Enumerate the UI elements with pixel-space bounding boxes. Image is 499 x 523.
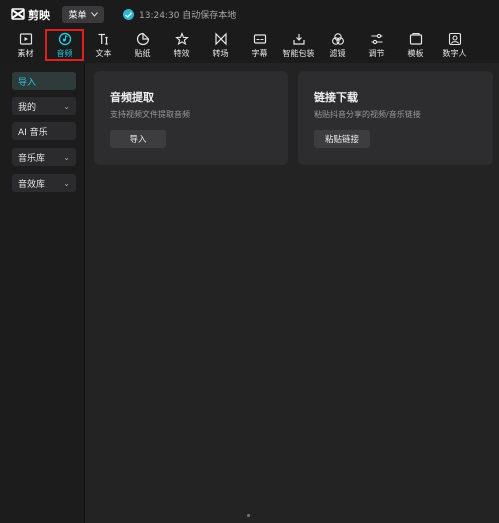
tab-transition[interactable]: 转场 <box>201 28 240 63</box>
tab-adjust[interactable]: 调节 <box>357 28 396 63</box>
tab-label: 贴纸 <box>134 49 151 58</box>
sidebar-item-ai-music[interactable]: AI 音乐 <box>12 122 76 140</box>
tab-digital-human[interactable]: 数字人 <box>435 28 474 63</box>
tab-label: 素材 <box>17 49 34 58</box>
tab-smart-pack[interactable]: 智能包装 <box>279 28 318 63</box>
smart-pack-icon <box>292 34 305 45</box>
link-download-card: 链接下载 粘贴抖音分享的视频/音乐链接 粘贴链接 <box>298 71 493 165</box>
capcut-logo-icon <box>11 7 25 23</box>
tab-label: 调节 <box>368 49 385 58</box>
card-description: 支持视频文件提取音频 <box>110 110 190 119</box>
card-title: 音频提取 <box>110 91 154 104</box>
subtitle-icon <box>253 34 266 44</box>
effects-icon <box>174 32 189 46</box>
chevron-down-icon: ⌄ <box>63 101 70 111</box>
sidebar-item-label: 导入 <box>18 77 37 88</box>
sidebar-item-import[interactable]: 导入 <box>12 72 76 90</box>
sidebar-item-label: 音乐库 <box>18 153 46 164</box>
app-logo: 剪映 <box>11 7 50 23</box>
card-description: 粘贴抖音分享的视频/音乐链接 <box>314 110 421 119</box>
tab-label: 音频 <box>56 48 73 58</box>
tab-label: 文本 <box>95 49 112 58</box>
app-name: 剪映 <box>28 9 50 22</box>
tab-media[interactable]: 素材 <box>6 28 45 63</box>
filter-icon <box>331 33 344 45</box>
sidebar-item-label: 音效库 <box>18 179 46 190</box>
tab-effects[interactable]: 特效 <box>162 28 201 63</box>
tab-text[interactable]: 文本 <box>84 28 123 63</box>
sticker-icon <box>136 32 149 46</box>
check-circle-icon <box>123 9 134 20</box>
sidebar-item-label: 我的 <box>18 102 37 113</box>
text-icon <box>98 33 108 45</box>
audio-icon <box>58 32 71 45</box>
card-title: 链接下载 <box>314 91 358 104</box>
transition-icon <box>214 32 227 46</box>
tab-sticker[interactable]: 贴纸 <box>123 28 162 63</box>
save-status: 13:24:30 自动保存本地 <box>123 8 236 21</box>
main-toolbar: 素材 音频 文本 贴纸 特效 转场 字幕 智能包装 滤镜 调节 模板 数字人 <box>0 28 499 63</box>
template-icon <box>409 32 422 45</box>
tab-subtitle[interactable]: 字幕 <box>240 28 279 63</box>
sidebar-item-music-library[interactable]: 音乐库 ⌄ <box>12 148 76 166</box>
tab-label: 数字人 <box>442 49 467 58</box>
audio-panel: 音频提取 支持视频文件提取音频 导入 链接下载 粘贴抖音分享的视频/音乐链接 粘… <box>85 63 499 523</box>
sidebar-item-mine[interactable]: 我的 ⌄ <box>12 97 76 115</box>
sidebar-item-label: AI 音乐 <box>18 127 48 138</box>
tab-label: 字幕 <box>251 49 268 58</box>
sidebar-item-sound-effects[interactable]: 音效库 ⌄ <box>12 174 76 192</box>
media-icon <box>19 33 32 45</box>
resize-handle[interactable] <box>247 514 250 517</box>
tab-audio[interactable]: 音频 <box>45 29 84 61</box>
tab-filter[interactable]: 滤镜 <box>318 28 357 63</box>
tab-label: 转场 <box>212 49 229 58</box>
chevron-down-icon: ⌄ <box>63 178 70 188</box>
chevron-down-icon <box>90 10 98 20</box>
tab-template[interactable]: 模板 <box>396 28 435 63</box>
adjust-icon <box>371 33 382 45</box>
digital-human-icon <box>448 32 461 46</box>
menu-button[interactable]: 菜单 <box>62 6 104 23</box>
chevron-down-icon: ⌄ <box>63 152 70 162</box>
save-status-text: 13:24:30 自动保存本地 <box>139 11 237 21</box>
paste-link-button[interactable]: 粘贴链接 <box>314 130 370 148</box>
tab-label: 模板 <box>407 49 424 58</box>
audio-extract-card: 音频提取 支持视频文件提取音频 导入 <box>94 71 288 165</box>
title-bar: 剪映 菜单 13:24:30 自动保存本地 <box>0 0 499 28</box>
tab-label: 智能包装 <box>282 49 315 58</box>
import-button[interactable]: 导入 <box>110 130 166 148</box>
tab-label: 特效 <box>173 49 190 58</box>
tab-label: 滤镜 <box>329 49 346 58</box>
menu-label: 菜单 <box>68 11 87 21</box>
audio-sidebar: 导入 我的 ⌄ AI 音乐 音乐库 ⌄ 音效库 ⌄ <box>0 63 85 523</box>
